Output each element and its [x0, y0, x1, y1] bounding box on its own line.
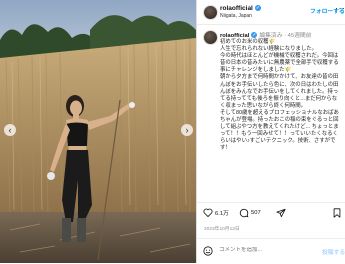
instagram-post-window: ‹ › rolaofficial ✓ Niigata, Japan フォローする …	[0, 0, 345, 263]
share-icon[interactable]	[276, 208, 286, 218]
post-comment-button[interactable]: 投稿する	[322, 247, 345, 256]
prev-image-button[interactable]: ‹	[4, 124, 16, 136]
comment-icon[interactable]	[239, 208, 249, 218]
comment-count: 507	[251, 210, 261, 216]
action-bar: 6.1万 507 2023年10月12日	[197, 202, 345, 232]
comment-action[interactable]: 507	[239, 208, 261, 218]
avatar[interactable]	[203, 5, 218, 20]
caption-text: 初めてのお米の収穫🌾 人生で忘れられない経験になりました。 今の時代はほとんどが…	[220, 39, 339, 152]
comment-input[interactable]	[219, 247, 319, 253]
rice-field-photo	[0, 0, 196, 263]
heart-icon[interactable]	[203, 208, 213, 217]
header-username[interactable]: rolaofficial ✓	[220, 5, 261, 12]
post-header: rolaofficial ✓ Niigata, Japan フォローする ···	[197, 0, 345, 25]
verified-badge-icon: ✓	[254, 5, 261, 12]
like-action[interactable]: 6.1万	[203, 208, 229, 217]
location-link[interactable]: Niigata, Japan	[220, 13, 252, 19]
like-count: 6.1万	[215, 211, 229, 217]
caption-header: rolaofficial ✓ 編集済み · 45週間前	[220, 30, 312, 39]
post-photo[interactable]: ‹ ›	[0, 0, 196, 263]
emoji-smile-icon[interactable]	[203, 246, 213, 256]
caption-avatar[interactable]	[203, 30, 218, 45]
bookmark-icon[interactable]	[333, 208, 341, 218]
more-dots-icon[interactable]: ···	[335, 3, 345, 13]
save-action[interactable]	[333, 208, 343, 218]
verified-badge-icon: ✓	[251, 32, 258, 39]
comment-bar: 投稿する	[197, 238, 345, 264]
share-action[interactable]	[276, 208, 288, 218]
post-side-panel: rolaofficial ✓ Niigata, Japan フォローする ··· …	[196, 0, 345, 263]
post-date: 2023年10月12日	[204, 227, 240, 232]
next-image-button[interactable]: ›	[181, 124, 193, 136]
